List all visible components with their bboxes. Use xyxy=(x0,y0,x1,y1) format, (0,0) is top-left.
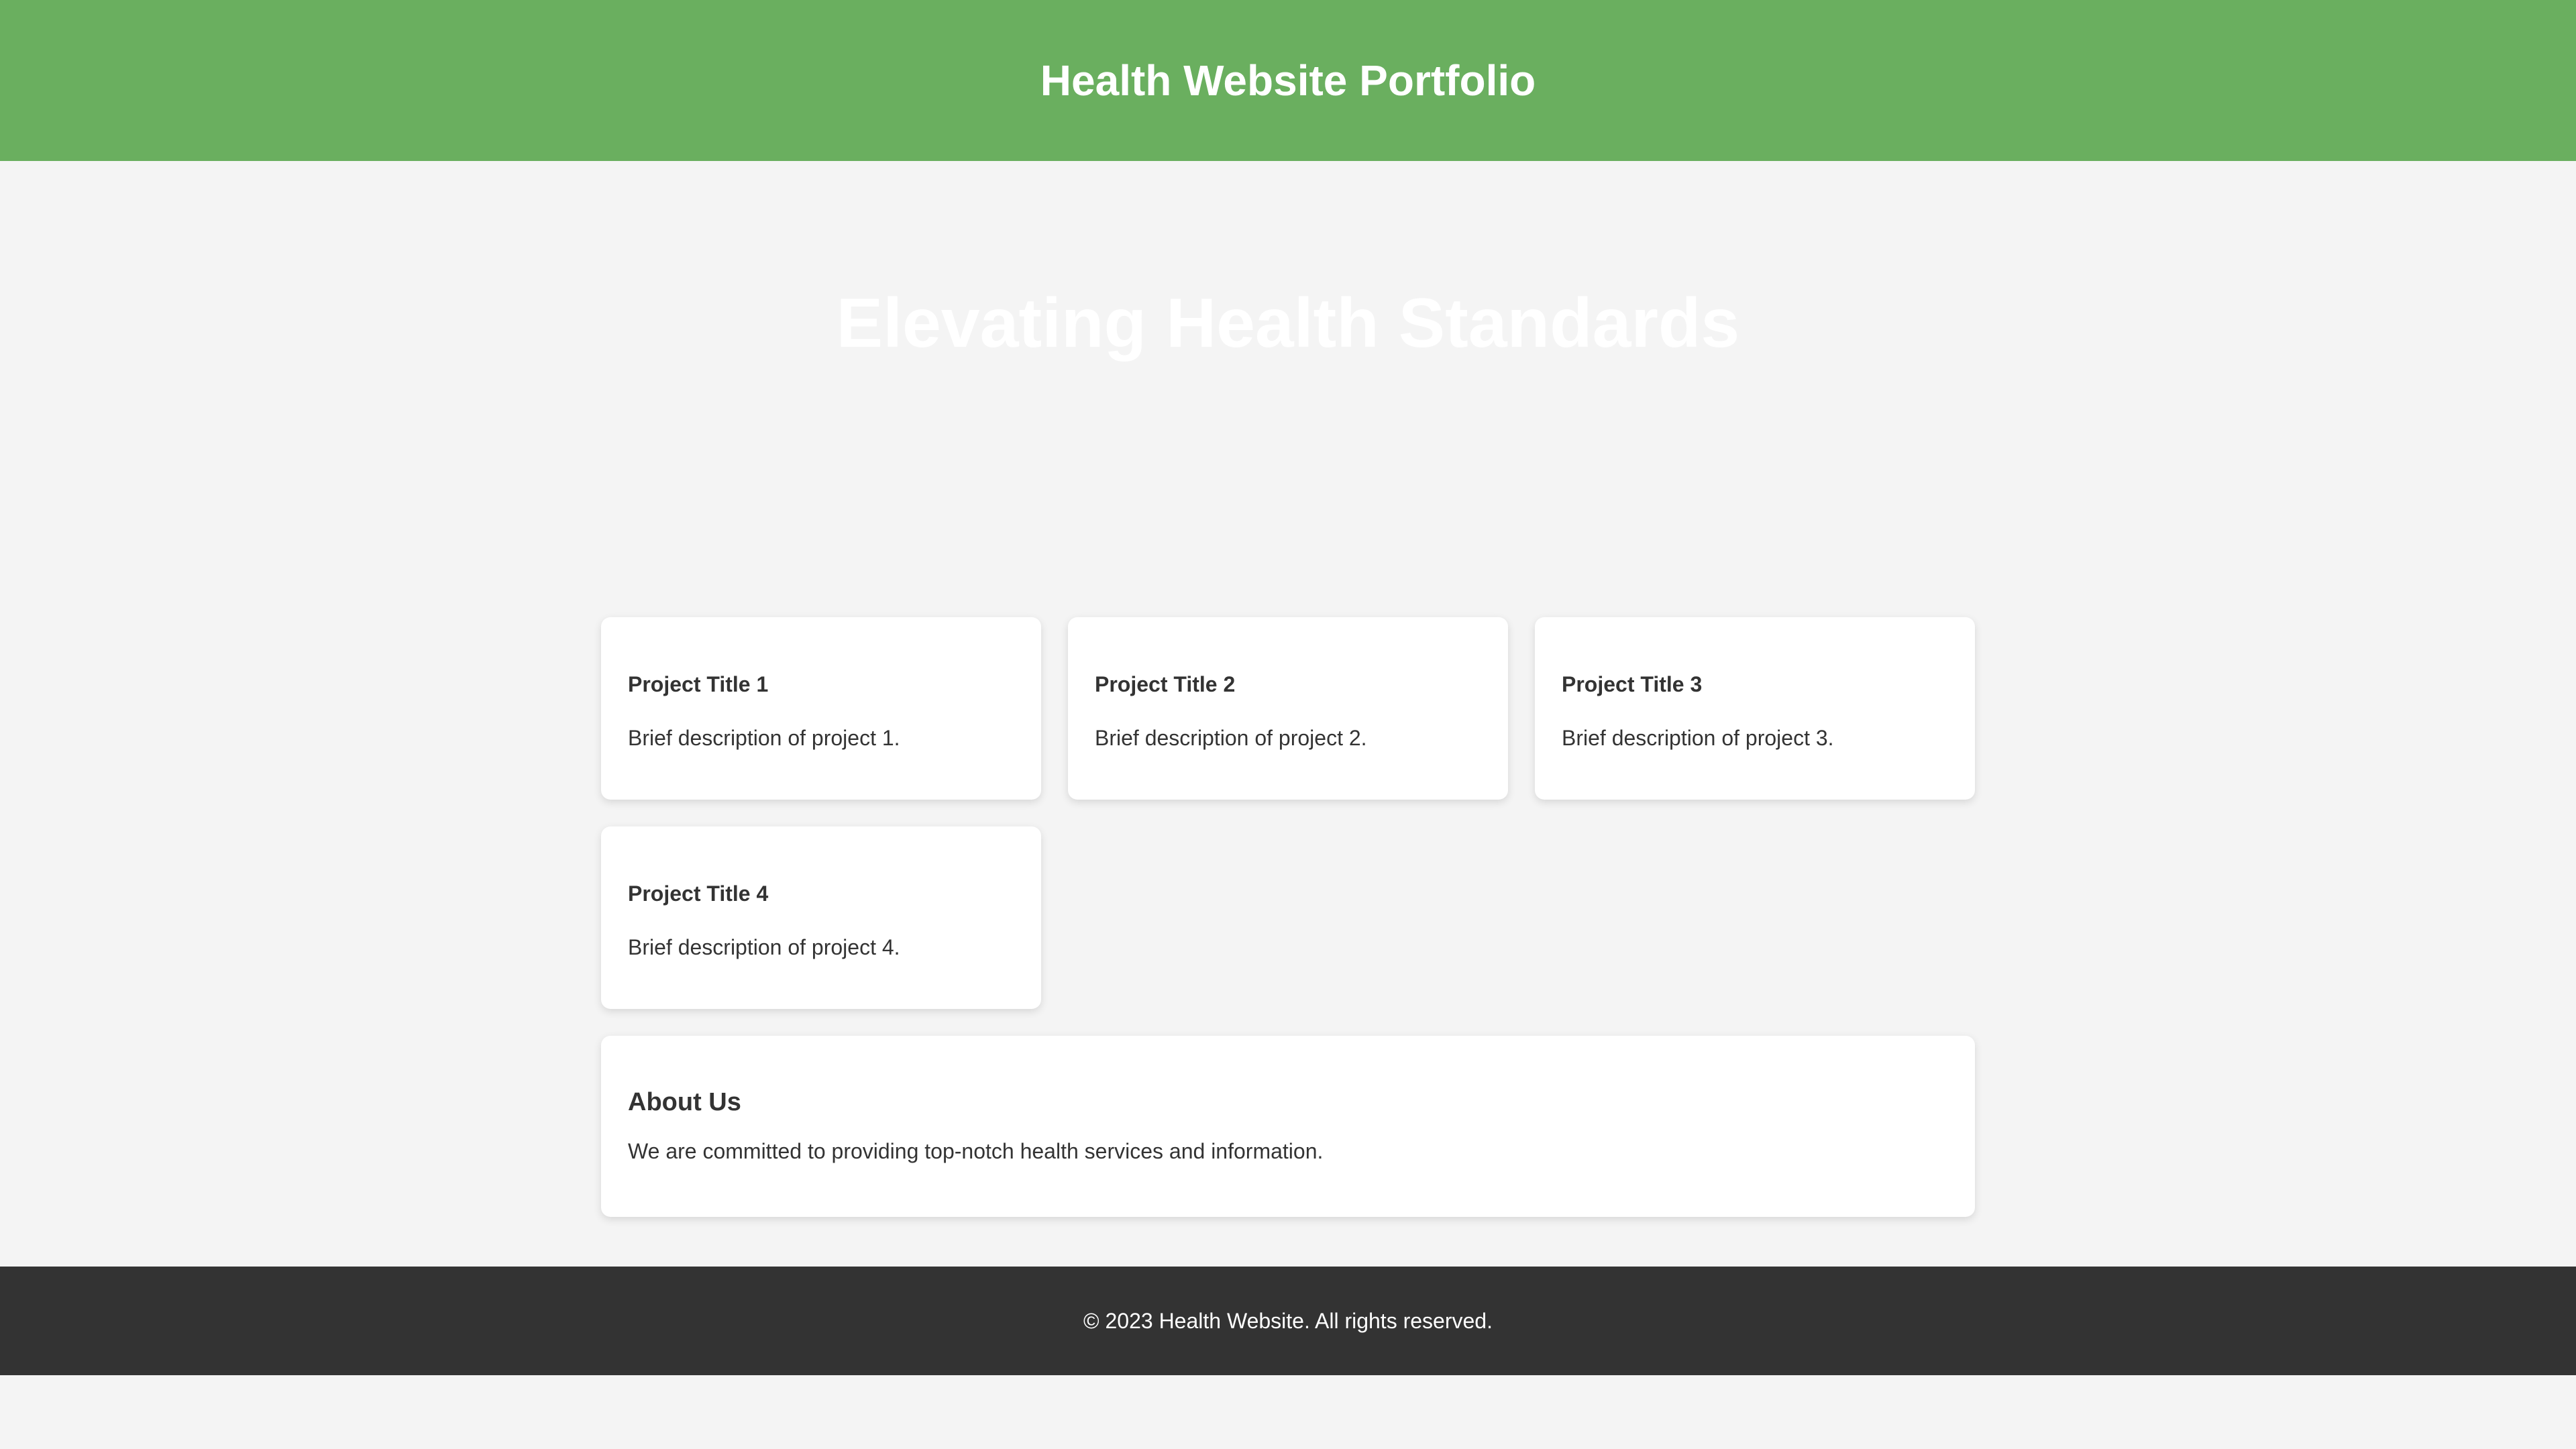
main-content: Project Title 1 Brief description of pro… xyxy=(601,617,1975,1217)
project-title: Project Title 2 xyxy=(1095,672,1236,696)
hero-heading: Elevating Health Standards xyxy=(836,284,1740,362)
site-footer: © 2023 Health Website. All rights reserv… xyxy=(0,1267,2576,1375)
project-card[interactable]: Project Title 2 Brief description of pro… xyxy=(1068,617,1508,800)
site-title: Health Website Portfolio xyxy=(1040,56,1536,105)
project-description: Brief description of project 4. xyxy=(628,935,900,959)
about-title: About Us xyxy=(628,1088,741,1116)
site-header: Health Website Portfolio xyxy=(0,0,2576,161)
footer-copyright: © 2023 Health Website. All rights reserv… xyxy=(1083,1308,1493,1333)
project-grid: Project Title 1 Brief description of pro… xyxy=(601,617,1975,1009)
hero-section: Elevating Health Standards xyxy=(0,161,2576,550)
about-section: About Us We are committed to providing t… xyxy=(601,1036,1975,1217)
project-description: Brief description of project 2. xyxy=(1095,726,1367,750)
project-description: Brief description of project 1. xyxy=(628,726,900,750)
project-description: Brief description of project 3. xyxy=(1562,726,1834,750)
project-title: Project Title 3 xyxy=(1562,672,1703,696)
project-title: Project Title 1 xyxy=(628,672,769,696)
about-text: We are committed to providing top-notch … xyxy=(628,1139,1324,1163)
project-card[interactable]: Project Title 3 Brief description of pro… xyxy=(1535,617,1975,800)
project-card[interactable]: Project Title 4 Brief description of pro… xyxy=(601,826,1041,1009)
project-card[interactable]: Project Title 1 Brief description of pro… xyxy=(601,617,1041,800)
project-title: Project Title 4 xyxy=(628,881,769,906)
